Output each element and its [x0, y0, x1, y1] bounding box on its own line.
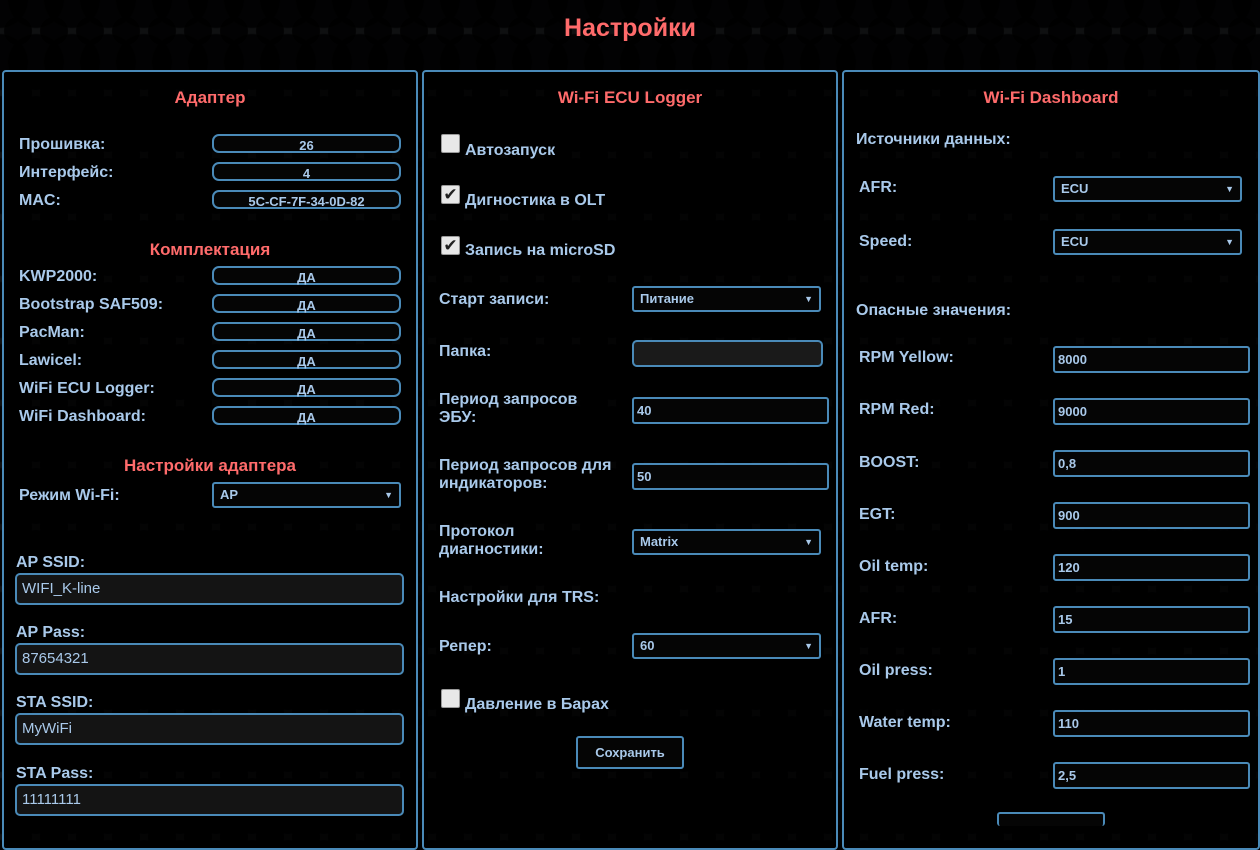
rpm-yellow-label: RPM Yellow:	[859, 349, 954, 366]
kit-lawicel-label: Lawicel:	[19, 352, 83, 369]
ind-period-input[interactable]: 50	[632, 463, 829, 490]
water-temp-label: Water temp:	[859, 714, 951, 731]
interface-value: 4	[212, 162, 401, 181]
boost-label: BOOST:	[859, 454, 920, 471]
oil-press-label: Oil press:	[859, 662, 933, 679]
egt-input[interactable]: 900	[1053, 502, 1250, 529]
kit-dashboard-label: WiFi Dashboard:	[19, 408, 146, 425]
olt-label: Дигностика в OLT	[465, 192, 606, 209]
autostart-checkbox[interactable]	[441, 134, 460, 153]
ap-pass-input[interactable]: 87654321	[15, 643, 404, 675]
danger-title: Опасные значения:	[856, 302, 1012, 319]
source-afr-label: AFR:	[859, 179, 898, 196]
folder-label: Папка:	[439, 343, 492, 360]
ind-period-label: Период запросов для индикаторов:	[439, 457, 612, 492]
chevron-down-icon: ▼	[1225, 184, 1234, 194]
bar-label: Давление в Барах	[465, 696, 609, 713]
chevron-down-icon: ▼	[804, 641, 813, 651]
kit-kwp2000-value: ДА	[212, 266, 401, 285]
protocol-label: Протокол диагностики:	[439, 523, 544, 558]
afr-input[interactable]: 15	[1053, 606, 1250, 633]
chevron-down-icon: ▼	[384, 490, 393, 500]
adapter-settings-title: Настройки адаптера	[123, 456, 296, 475]
page-title: Настройки	[564, 14, 696, 42]
kit-logger-label: WiFi ECU Logger:	[19, 380, 155, 397]
ecu-period-input[interactable]: 40	[632, 397, 829, 424]
sd-label: Запись на microSD	[465, 242, 616, 259]
kit-kwp2000-label: KWP2000:	[19, 268, 98, 285]
wifi-mode-label: Режим Wi-Fi:	[19, 487, 120, 504]
interface-label: Интерфейс:	[19, 164, 114, 181]
reper-select[interactable]: 60 ▼	[632, 633, 821, 659]
reper-label: Репер:	[439, 638, 492, 655]
wifi-mode-select[interactable]: AP ▼	[212, 482, 401, 508]
ap-ssid-input[interactable]: WIFI_K-line	[15, 573, 404, 605]
kit-dashboard-value: ДА	[212, 406, 401, 425]
water-temp-input[interactable]: 110	[1053, 710, 1250, 737]
rpm-red-input[interactable]: 9000	[1053, 398, 1250, 425]
source-speed-value: ECU	[1061, 234, 1089, 249]
bar-checkbox[interactable]	[441, 689, 460, 708]
adapter-title: Адаптер	[174, 88, 246, 107]
firmware-value: 26	[212, 134, 401, 153]
dashboard-save-button[interactable]	[997, 812, 1105, 826]
ap-ssid-label: AP SSID:	[16, 554, 86, 571]
source-afr-value: ECU	[1061, 181, 1089, 196]
sta-ssid-label: STA SSID:	[16, 694, 94, 711]
rpm-red-label: RPM Red:	[859, 401, 935, 418]
kit-pacman-label: PacMan:	[19, 324, 85, 341]
fuel-press-input[interactable]: 2,5	[1053, 762, 1250, 789]
afr-label: AFR:	[859, 610, 898, 627]
sta-pass-label: STA Pass:	[16, 765, 94, 782]
ecu-period-label: Период запросов ЭБУ:	[439, 391, 578, 426]
chevron-down-icon: ▼	[804, 294, 813, 304]
rec-start-label: Старт записи:	[439, 291, 550, 308]
chevron-down-icon: ▼	[804, 537, 813, 547]
wifi-mode-value: AP	[220, 487, 239, 502]
reper-value: 60	[640, 638, 655, 653]
sources-title: Источники данных:	[856, 131, 1011, 148]
chevron-down-icon: ▼	[1225, 237, 1234, 247]
trs-label: Настройки для TRS:	[439, 589, 600, 606]
olt-checkbox[interactable]: ✔	[441, 185, 460, 204]
rec-start-value: Питание	[640, 291, 695, 306]
oil-temp-label: Oil temp:	[859, 558, 929, 575]
sd-checkbox[interactable]: ✔	[441, 236, 460, 255]
logger-title: Wi-Fi ECU Logger	[557, 88, 703, 107]
mac-label: MAC:	[19, 192, 61, 209]
kit-logger-value: ДА	[212, 378, 401, 397]
ap-pass-label: AP Pass:	[16, 624, 86, 641]
oil-temp-input[interactable]: 120	[1053, 554, 1250, 581]
egt-label: EGT:	[859, 506, 896, 523]
source-speed-select[interactable]: ECU ▼	[1053, 229, 1242, 255]
kit-pacman-value: ДА	[212, 322, 401, 341]
oil-press-input[interactable]: 1	[1053, 658, 1250, 685]
mac-value: 5C-CF-7F-34-0D-82	[212, 190, 401, 209]
rec-start-select[interactable]: Питание ▼	[632, 286, 821, 312]
source-afr-select[interactable]: ECU ▼	[1053, 176, 1242, 202]
kit-bootstrap-label: Bootstrap SAF509:	[19, 296, 164, 313]
fuel-press-label: Fuel press:	[859, 766, 945, 783]
sta-ssid-input[interactable]: MyWiFi	[15, 713, 404, 745]
protocol-select[interactable]: Matrix ▼	[632, 529, 821, 555]
kit-bootstrap-value: ДА	[212, 294, 401, 313]
kit-lawicel-value: ДА	[212, 350, 401, 369]
source-speed-label: Speed:	[859, 233, 913, 250]
kit-title: Комплектация	[149, 240, 271, 259]
folder-input[interactable]	[632, 340, 823, 367]
save-button[interactable]: Сохранить	[576, 736, 684, 769]
rpm-yellow-input[interactable]: 8000	[1053, 346, 1250, 373]
boost-input[interactable]: 0,8	[1053, 450, 1250, 477]
dashboard-title: Wi-Fi Dashboard	[983, 88, 1119, 107]
protocol-value: Matrix	[640, 534, 679, 549]
firmware-label: Прошивка:	[19, 136, 106, 153]
autostart-label: Автозапуск	[465, 142, 556, 159]
sta-pass-input[interactable]: 11111111	[15, 784, 404, 816]
